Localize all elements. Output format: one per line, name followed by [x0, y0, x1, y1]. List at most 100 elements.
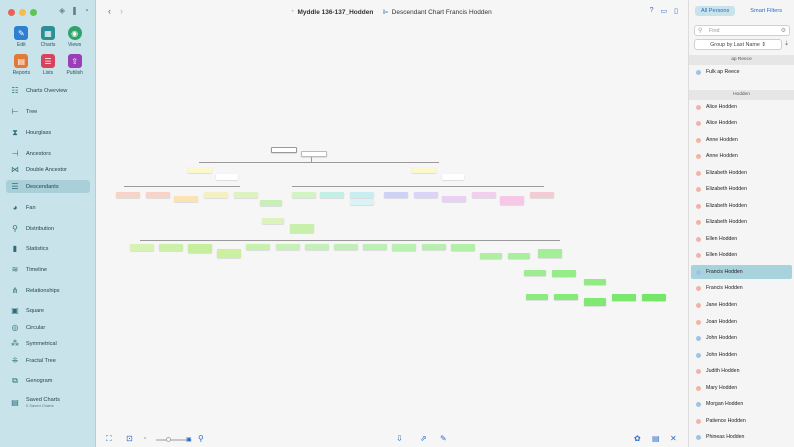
chart-node[interactable] [146, 192, 170, 198]
chart-node[interactable] [642, 294, 666, 301]
list-item[interactable]: Jane Hodden [691, 298, 792, 312]
chart-node[interactable] [204, 192, 228, 198]
chart-node[interactable] [246, 244, 270, 250]
chart-node[interactable] [480, 253, 502, 259]
chart-node[interactable] [320, 192, 344, 198]
chart-node[interactable] [451, 244, 475, 251]
chart-node[interactable] [350, 192, 374, 198]
list-item[interactable]: Elizabeth Hodden [691, 215, 792, 229]
sidebar-item-double-ancestor[interactable]: ⋈ Double Ancestor [6, 163, 90, 176]
search-icon[interactable]: ⚲ [198, 434, 204, 443]
database-title[interactable]: ⁺ Myddle 136-137_Hodden [291, 8, 373, 17]
gear-icon[interactable]: ⚙ [781, 27, 786, 34]
chart-node[interactable] [350, 199, 374, 205]
publish-tool-button[interactable]: ⇪ Publish [61, 54, 88, 76]
chart-node[interactable] [384, 192, 408, 198]
list-item[interactable]: Anne Hodden [691, 149, 792, 163]
edit-tool-button[interactable]: ✎ Edit [8, 26, 35, 48]
sidebar-item-genogram[interactable]: ⧉ Genogram [6, 374, 90, 387]
chart-node[interactable] [612, 294, 636, 301]
help-icon[interactable]: ? [650, 7, 654, 15]
sidebar-item-distribution[interactable]: ⚲ Distribution [6, 222, 90, 235]
chart-node[interactable] [130, 244, 154, 251]
chart-node[interactable] [526, 294, 548, 300]
chart-node[interactable] [292, 192, 316, 198]
list-item[interactable]: Elizabeth Hodden [691, 166, 792, 180]
chart-node[interactable] [584, 298, 606, 306]
sidebar-item-hourglass[interactable]: ⧗ Hourglass [6, 126, 90, 139]
settings-icon[interactable]: ✕ [670, 434, 677, 443]
tag-icon[interactable]: ◈ [59, 6, 65, 15]
chart-node[interactable] [414, 192, 438, 198]
list-item-selected[interactable]: Francis Hodden [691, 265, 792, 279]
sidebar-item-timeline[interactable]: ≋ Timeline [6, 263, 90, 276]
chart-node[interactable] [216, 174, 238, 180]
chart-node[interactable] [334, 244, 358, 250]
list-item[interactable]: Alice Hodden [691, 116, 792, 130]
chart-node[interactable] [305, 244, 329, 250]
charts-tool-button[interactable]: ▦ Charts [35, 26, 62, 48]
sidebar-item-descendants[interactable]: ☰ Descendants [6, 180, 90, 193]
sidebar-item-fractal-tree[interactable]: ⁜ Fractal Tree [6, 354, 90, 367]
sidebar-item-fan[interactable]: ◕ Fan [6, 201, 90, 214]
list-item[interactable]: Alice Hodden [691, 100, 792, 114]
list-item[interactable]: Joan Hodden [691, 315, 792, 329]
chart-node[interactable] [500, 196, 524, 205]
chart-node[interactable] [442, 196, 466, 202]
share-icon[interactable]: ⇗ [420, 434, 427, 443]
list-item[interactable]: John Hodden [691, 331, 792, 345]
reports-tool-button[interactable]: ▤ Reports [8, 54, 35, 76]
sidebar-item-symmetrical[interactable]: ⁂ Symmetrical [6, 337, 90, 350]
chart-node[interactable] [260, 200, 282, 206]
chart-node[interactable] [188, 167, 212, 173]
zoom-window-button[interactable] [30, 9, 37, 16]
list-item[interactable]: John Hodden [691, 348, 792, 362]
list-item[interactable]: Ellen Hodden [691, 232, 792, 246]
forward-chevron-icon[interactable]: › [120, 6, 123, 16]
zoom-to-fit-icon[interactable]: ⊡ [126, 434, 133, 443]
chart-node[interactable] [217, 249, 241, 258]
sidebar-item-ancestors[interactable]: ⊣ Ancestors [6, 147, 90, 160]
list-item[interactable]: Ellen Hodden [691, 248, 792, 262]
chart-node[interactable] [508, 253, 530, 259]
minimize-window-button[interactable] [19, 9, 26, 16]
list-item[interactable]: Phineas Hodden [691, 430, 792, 444]
tab-all-persons[interactable]: All Persons [695, 6, 736, 16]
chart-node[interactable] [538, 249, 562, 258]
inspector-toggle-icon[interactable]: ▯ [674, 7, 678, 15]
back-chevron-icon[interactable]: ‹ [108, 6, 111, 16]
zoom-slider-knob[interactable] [166, 437, 171, 442]
history-icon[interactable]: ◔ [84, 6, 89, 15]
chart-node[interactable] [524, 270, 546, 276]
chart-node[interactable] [234, 192, 258, 198]
search-input[interactable]: ⚲ Find ⚙ [694, 25, 790, 36]
chart-node[interactable] [530, 192, 554, 198]
zoom-out-icon[interactable]: ▫ [144, 436, 146, 442]
sidebar-item-statistics[interactable]: ▮ Statistics [6, 242, 90, 255]
chart-node[interactable] [290, 224, 314, 233]
chart-node[interactable] [276, 244, 300, 250]
list-item[interactable]: Judith Hodden [691, 364, 792, 378]
chart-node[interactable] [422, 244, 446, 250]
chart-node[interactable] [442, 174, 464, 180]
list-item[interactable]: Francis Hodden [691, 281, 792, 295]
sort-icon[interactable]: ⇣ [784, 40, 789, 47]
group-by-select[interactable]: Group by Last Name ⇕ [694, 39, 782, 50]
chart-style-icon[interactable]: ▤ [652, 434, 660, 443]
list-item[interactable]: Anne Hodden [691, 133, 792, 147]
fit-to-window-icon[interactable]: ⛶ [106, 434, 112, 444]
chart-node[interactable] [174, 196, 198, 202]
sidebar-item-saved-charts[interactable]: ▤ Saved Charts 0 Saved Charts [6, 394, 90, 410]
chart-node[interactable] [188, 244, 212, 253]
chart-node[interactable] [392, 244, 416, 251]
list-item[interactable]: Elizabeth Hodden [691, 199, 792, 213]
chart-node[interactable] [301, 151, 327, 157]
chart-node[interactable] [271, 147, 297, 153]
export-icon[interactable]: ⇩ [396, 434, 403, 443]
zoom-in-icon[interactable]: ▣ [186, 436, 192, 443]
sidebar-toggle-icon[interactable]: ▭ [661, 7, 668, 15]
palette-icon[interactable]: ✿ [634, 434, 641, 443]
sidebar-item-relationships[interactable]: ⋔ Relationships [6, 284, 90, 297]
chart-node[interactable] [262, 218, 284, 224]
chart-node[interactable] [584, 279, 606, 285]
